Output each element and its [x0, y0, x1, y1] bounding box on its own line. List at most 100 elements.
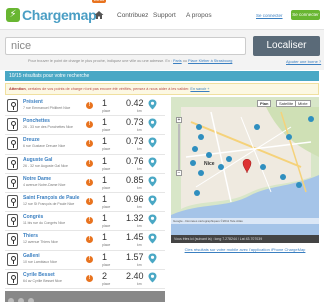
plug-count-unit: place [102, 281, 111, 286]
result-row[interactable]: Présient 7 rue Emmanuel Philibert Nice! 1 p… [5, 97, 165, 117]
logo[interactable]: ⚡ Chargemap [6, 6, 97, 24]
search-bar: nice Localiser Pour trouver le point de … [0, 30, 324, 70]
map-marker-icon[interactable] [148, 157, 157, 168]
login-button[interactable]: Se connecter [291, 10, 320, 20]
station-address: 7 rue Emmanuel Philibert Nice [23, 106, 71, 110]
station-address: 12 avenue Thiers Nice [23, 240, 58, 245]
nav-apropos[interactable]: A propos [186, 12, 212, 19]
station-address: 6 rue Gustave Dreuze Nice [23, 144, 66, 149]
charging-station-icon [7, 175, 18, 189]
map-marker-icon[interactable] [148, 272, 157, 283]
map-marker-icon[interactable] [148, 214, 157, 225]
results-banner: 10/15 résultats pour votre recherche [5, 71, 319, 81]
station-distance: 0.42 [126, 98, 144, 108]
hint-example-strasbourg[interactable]: Place Kléber à Strasbourg [188, 59, 232, 63]
station-name[interactable]: Notre Dame [23, 176, 51, 182]
result-row[interactable]: Thiers 12 avenue Thiers Nice! 1 place 1.45 km [5, 231, 165, 251]
charging-station-icon [7, 99, 18, 112]
zoom-in-button[interactable]: + [176, 117, 182, 123]
distance-unit: km [137, 185, 142, 190]
nav-contribuez[interactable]: Contribuez [117, 12, 148, 19]
station-name[interactable]: Cyrile Besset [23, 272, 55, 278]
plug-count-unit: place [102, 204, 111, 209]
unverified-warning-icon: ! [86, 197, 93, 205]
iphone-app-link[interactable]: Cles résultats sur votre mobile avec l'a… [171, 247, 319, 252]
station-distance: 0.96 [126, 193, 144, 204]
plug-count-unit: place [102, 147, 111, 152]
plug-count-unit: place [102, 166, 111, 171]
unverified-warning-icon: ! [86, 255, 93, 263]
map-city-label: Nice [204, 161, 215, 167]
map-marker-icon[interactable] [148, 118, 157, 129]
footer-dot-icon[interactable] [18, 298, 24, 302]
attention-text: , certains de vos points de charge n'ont… [25, 87, 190, 91]
charging-station-icon [7, 233, 18, 247]
station-name[interactable]: Thiers [23, 233, 38, 239]
map-marker-icon[interactable] [148, 253, 157, 264]
result-row[interactable]: Saint François de Paule 12 rue St Françoi… [5, 192, 165, 213]
zoom-out-button[interactable]: − [176, 170, 182, 176]
plug-count: 1 [102, 251, 108, 262]
charging-station-icon [7, 252, 18, 266]
footer-dot-icon[interactable] [8, 298, 14, 302]
footer-dot-icon[interactable] [28, 298, 34, 302]
plug-count-unit: place [102, 185, 111, 190]
charging-station-icon [7, 194, 18, 208]
station-name[interactable]: Auguste Gal [23, 157, 52, 163]
map-marker-icon[interactable] [148, 137, 157, 148]
station-name[interactable]: Présient [23, 99, 43, 105]
unverified-warning-icon: ! [86, 274, 93, 282]
station-address: 12 rue St François de Paule Nice [23, 201, 75, 206]
search-input[interactable]: nice [5, 37, 246, 55]
plug-count: 1 [102, 174, 108, 185]
distance-unit: km [137, 224, 142, 229]
results-list: Présient 7 rue Emmanuel Philibert Nice! 1 p… [5, 97, 165, 289]
station-name[interactable]: Galleni [23, 253, 40, 259]
station-distance: 0.73 [126, 136, 144, 147]
result-row[interactable]: Cyrile Besset 64 av Cyrille Besset Nice! 2… [5, 269, 165, 289]
result-row[interactable]: Notre Dame 4 avenue Notre-Dame Nice! 1 plac… [5, 173, 165, 193]
hint-separator: ou [182, 59, 187, 63]
distance-unit: km [137, 243, 142, 248]
add-terminal-link[interactable]: Ajouter une borne ? [286, 59, 321, 64]
result-row[interactable]: Auguste Gal 26 - 32 rue Auguste Gal Nice!… [5, 154, 165, 174]
map[interactable]: Plan Satellite Mixte + − Nice Google - D… [171, 97, 319, 243]
home-icon[interactable] [94, 10, 104, 20]
station-name[interactable]: Congrès [23, 214, 43, 220]
plug-count-unit: place [102, 262, 111, 267]
distance-unit: km [137, 109, 142, 113]
station-distance: 1.32 [126, 213, 144, 224]
station-address: 4 avenue Notre-Dame Nice [23, 182, 66, 187]
unverified-warning-icon: ! [86, 217, 93, 225]
charging-station-icon [7, 214, 18, 228]
charging-station-icon [7, 271, 18, 285]
map-marker-icon[interactable] [148, 195, 157, 206]
map-type-mixte[interactable]: Mixte [295, 100, 311, 107]
localiser-button[interactable]: Localiser [253, 36, 320, 56]
signup-link[interactable]: Se connecter [256, 13, 283, 18]
station-name[interactable]: Ponchettes [23, 118, 50, 124]
map-type-plan[interactable]: Plan [257, 100, 272, 107]
plug-count: 1 [102, 232, 108, 243]
zoom-control: + − [176, 117, 182, 187]
station-name[interactable]: Dreuze [23, 137, 40, 143]
result-row[interactable]: Congrès 11 bis rue du Congrès Nice! 1 place… [5, 212, 165, 232]
map-attribution: Google - Données cartographiques ©2011 T… [171, 218, 319, 224]
map-marker-icon[interactable] [148, 176, 157, 187]
attention-notice: Attention, certains de vos points de cha… [5, 83, 319, 95]
result-row[interactable]: Dreuze 6 rue Gustave Dreuze Nice! 1 place 0.… [5, 135, 165, 155]
result-row[interactable]: Galleni 10 rue Lambiaux Nice! 1 place 1.57 km [5, 250, 165, 270]
plug-count-unit: place [102, 109, 111, 113]
station-distance: 1.45 [126, 232, 144, 243]
distance-unit: km [137, 204, 142, 209]
nav-support[interactable]: Support [153, 12, 176, 19]
zoom-slider[interactable] [178, 124, 180, 170]
attention-learn-more-link[interactable]: En savoir + [190, 87, 209, 91]
hint-example-paris[interactable]: Paris [173, 59, 182, 63]
result-row[interactable]: Ponchettes 26 - 33 rue des Ponchettes Nic… [5, 116, 165, 136]
map-marker-icon[interactable] [148, 233, 157, 244]
map-marker-icon[interactable] [148, 99, 157, 110]
station-name[interactable]: Saint François de Paule [23, 195, 79, 201]
plug-count: 1 [102, 213, 108, 224]
map-type-satellite[interactable]: Satellite [276, 100, 297, 107]
